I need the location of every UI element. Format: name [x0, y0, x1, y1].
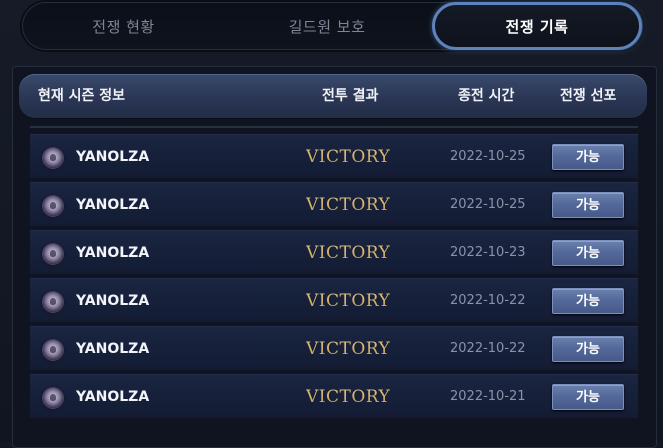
guild-emblem-icon — [43, 388, 63, 408]
header-battle-result: 전투 결과 — [322, 88, 379, 104]
table-row: YANOLZA VICTORY 2022-10-25 가능 — [30, 182, 638, 226]
tab-bar: 전쟁 현황 길드원 보호 전쟁 기록 — [22, 2, 643, 50]
end-date: 2022-10-25 — [450, 197, 526, 212]
header-end-time: 종전 시간 — [458, 88, 515, 104]
header-season-info: 현재 시즌 정보 — [38, 88, 126, 104]
declare-war-button[interactable]: 가능 — [552, 192, 624, 218]
guild-name: YANOLZA — [76, 245, 150, 261]
guild-emblem-icon — [43, 340, 63, 360]
table-row: YANOLZA VICTORY 2022-10-22 가능 — [30, 278, 638, 322]
guild-name: YANOLZA — [76, 389, 150, 405]
guild-emblem-icon — [43, 244, 63, 264]
table-row: YANOLZA VICTORY 2022-10-23 가능 — [30, 230, 638, 274]
declare-war-button[interactable]: 가능 — [552, 336, 624, 362]
battle-result: VICTORY — [306, 375, 390, 419]
declare-war-button[interactable]: 가능 — [552, 384, 624, 410]
guild-name: YANOLZA — [76, 149, 150, 165]
declare-war-button[interactable]: 가능 — [552, 240, 624, 266]
guild-emblem-icon — [43, 196, 63, 216]
header-war-declaration: 전쟁 선포 — [560, 88, 617, 104]
end-date: 2022-10-21 — [450, 389, 526, 404]
guild-name: YANOLZA — [76, 341, 150, 357]
tab-war-record[interactable]: 전쟁 기록 — [432, 2, 642, 50]
header-divider — [30, 126, 638, 128]
table-header: 현재 시즌 정보 전투 결과 종전 시간 전쟁 선포 — [19, 74, 647, 118]
end-date: 2022-10-22 — [450, 341, 526, 356]
battle-result: VICTORY — [306, 231, 390, 275]
table-row: YANOLZA VICTORY 2022-10-21 가능 — [30, 374, 638, 418]
battle-result: VICTORY — [306, 279, 390, 323]
end-date: 2022-10-22 — [450, 293, 526, 308]
declare-war-button[interactable]: 가능 — [552, 288, 624, 314]
declare-war-button[interactable]: 가능 — [552, 144, 624, 170]
table-row: YANOLZA VICTORY 2022-10-22 가능 — [30, 326, 638, 370]
table-row: YANOLZA VICTORY 2022-10-25 가능 — [30, 134, 638, 178]
war-record-list: YANOLZA VICTORY 2022-10-25 가능 YANOLZA VI… — [30, 134, 638, 422]
tab-guild-member-protection[interactable]: 길드원 보호 — [225, 4, 429, 48]
end-date: 2022-10-23 — [450, 245, 526, 260]
guild-name: YANOLZA — [76, 293, 150, 309]
guild-emblem-icon — [43, 292, 63, 312]
battle-result: VICTORY — [306, 327, 390, 371]
battle-result: VICTORY — [306, 135, 390, 179]
guild-name: YANOLZA — [76, 197, 150, 213]
battle-result: VICTORY — [306, 183, 390, 227]
end-date: 2022-10-25 — [450, 149, 526, 164]
tab-war-status[interactable]: 전쟁 현황 — [22, 4, 225, 48]
guild-emblem-icon — [43, 148, 63, 168]
